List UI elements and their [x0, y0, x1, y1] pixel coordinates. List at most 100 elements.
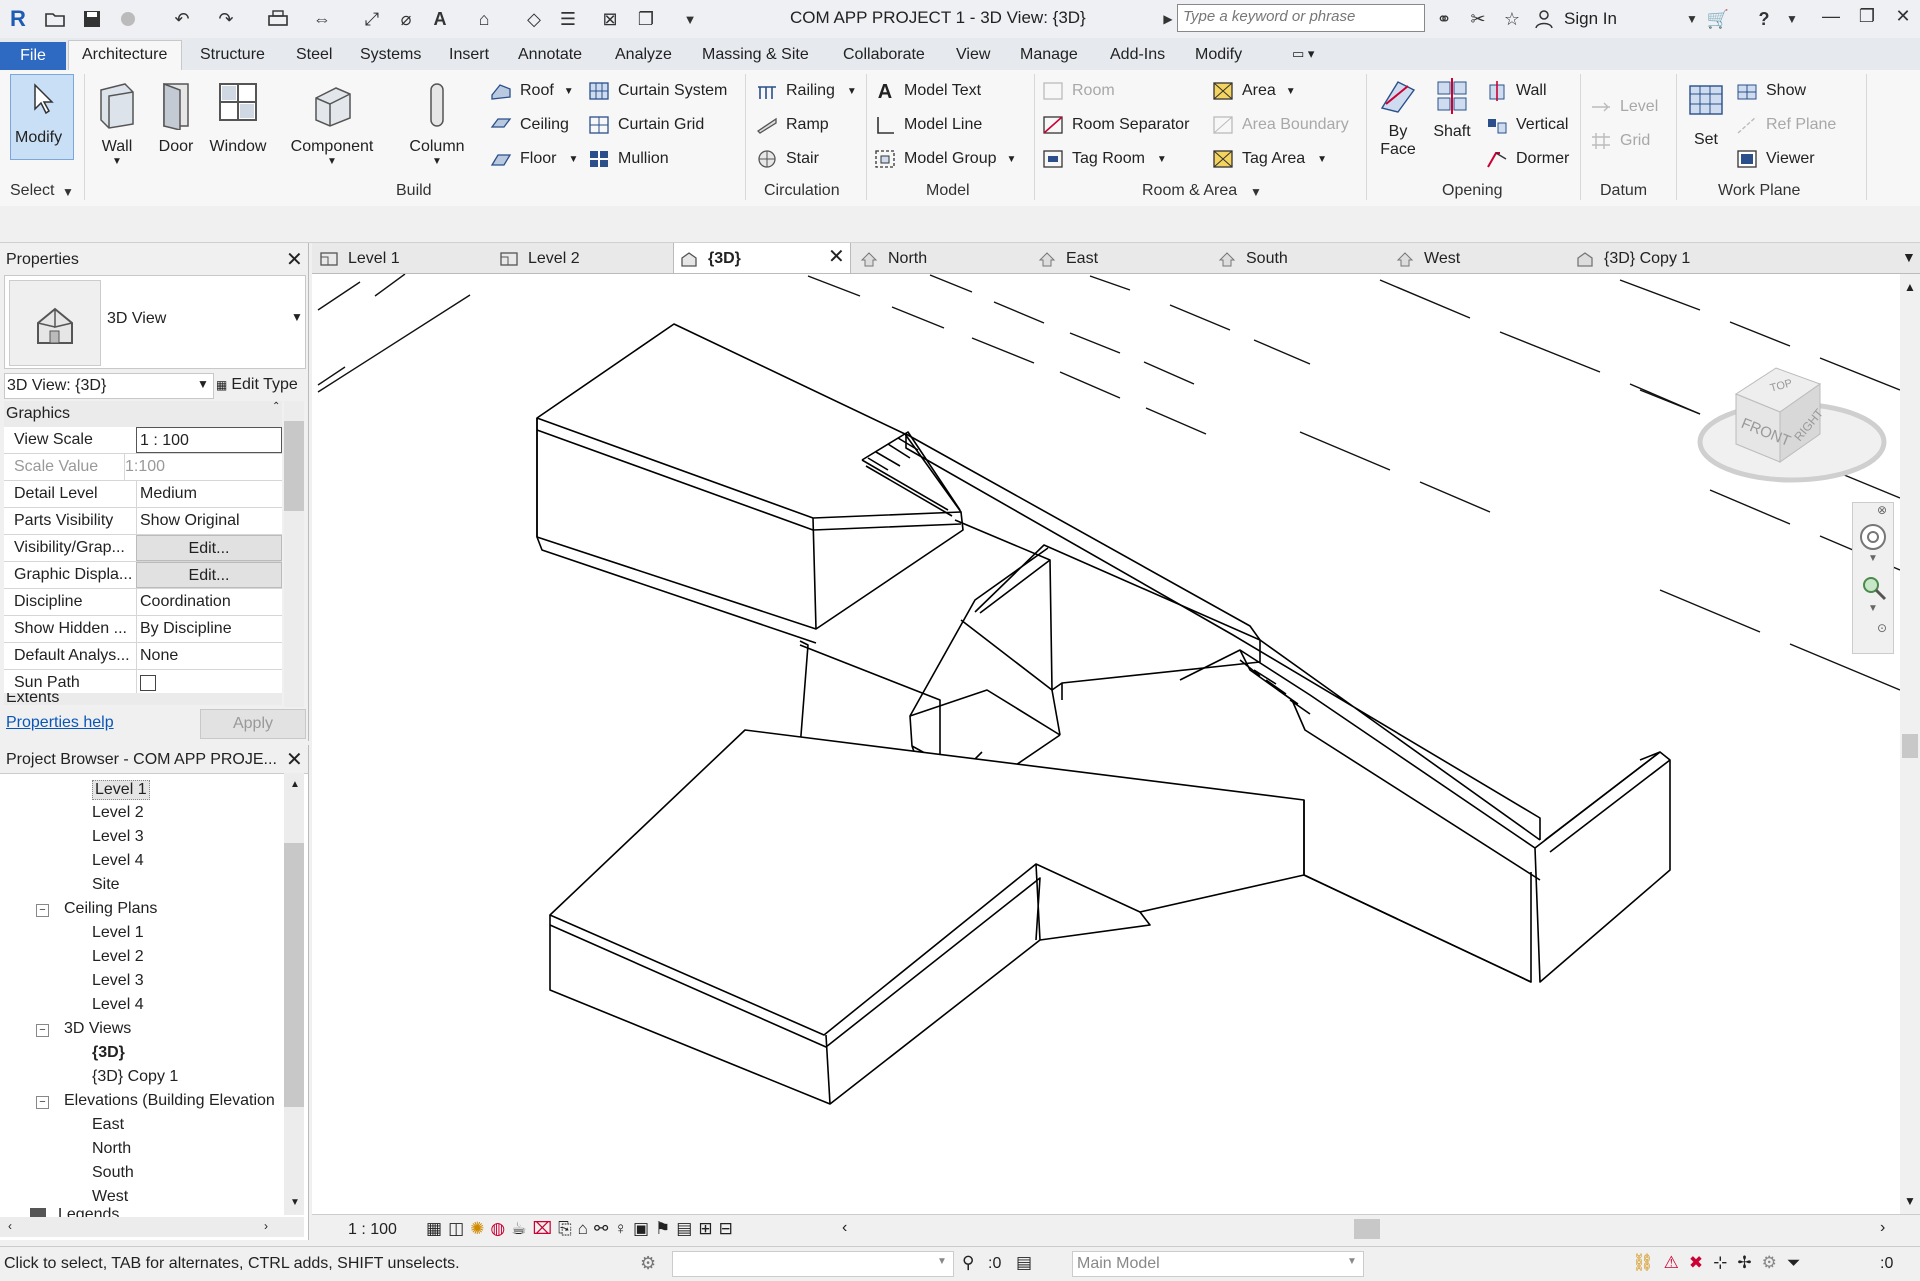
model-text-button[interactable]: A Model Text: [874, 78, 981, 104]
tree-item[interactable]: Elevations (Building Elevation: [64, 1092, 275, 1110]
view-tab-level-2[interactable]: Level 2: [500, 250, 580, 268]
view-tab-close-icon[interactable]: ✕: [828, 244, 845, 269]
floor-dropdown-icon[interactable]: ▼: [568, 154, 578, 165]
instance-dropdown-icon[interactable]: ▼: [197, 377, 209, 391]
unlocked-view-icon[interactable]: ⌂: [578, 1219, 588, 1239]
area-button[interactable]: Area ▼: [1212, 78, 1296, 104]
subscription-icon[interactable]: ✂: [1466, 7, 1490, 31]
help-icon[interactable]: ?: [1752, 7, 1776, 31]
cart-icon[interactable]: 🛒: [1706, 7, 1730, 31]
favorites-star-icon[interactable]: ☆: [1500, 7, 1524, 31]
canvas-scroll-down-icon[interactable]: ▼: [1904, 1194, 1916, 1208]
tab-structure[interactable]: Structure: [200, 46, 265, 64]
zoom-dropdown-icon[interactable]: ▼: [1868, 603, 1878, 614]
view-tab-north[interactable]: North: [860, 250, 927, 268]
ref-plane-button[interactable]: Ref Plane: [1736, 112, 1836, 138]
select-links-icon[interactable]: ⛓: [1632, 1253, 1654, 1273]
tag-icon[interactable]: ⌀: [394, 7, 418, 31]
column-dropdown-icon[interactable]: ▼: [432, 156, 442, 167]
edit-type-button[interactable]: ▦ Edit Type: [216, 373, 298, 397]
model-group-button[interactable]: Model Group ▼: [874, 146, 1016, 172]
nav-bar-close-icon[interactable]: ⊗: [1877, 503, 1887, 517]
property-value[interactable]: By Discipline: [136, 616, 282, 642]
type-dropdown-icon[interactable]: ▼: [291, 310, 303, 324]
text-icon[interactable]: A: [428, 7, 452, 31]
properties-scrollbar[interactable]: [284, 401, 304, 707]
tree-item[interactable]: Level 3: [92, 972, 144, 990]
redo-icon[interactable]: ↷: [214, 7, 238, 31]
tree-item[interactable]: {3D}: [92, 1044, 125, 1062]
highlight-displacement-icon[interactable]: ⊞: [698, 1219, 712, 1239]
temporary-hide-icon[interactable]: ⚯: [594, 1219, 608, 1239]
3d-view-icon[interactable]: ⌂: [472, 7, 496, 31]
binoculars-icon[interactable]: ⚭: [1432, 7, 1456, 31]
window-button[interactable]: Window: [206, 74, 270, 174]
stair-button[interactable]: Stair: [756, 146, 819, 172]
view-scale-button[interactable]: 1 : 100: [348, 1221, 397, 1239]
scroll-up-icon[interactable]: ▲: [290, 779, 300, 790]
curtain-grid-button[interactable]: Curtain Grid: [588, 112, 704, 138]
background-process-icon[interactable]: ⚙: [1762, 1253, 1777, 1273]
component-button[interactable]: Component ▼: [286, 74, 378, 174]
tab-view[interactable]: View: [956, 46, 990, 64]
select-underlay-icon[interactable]: ⚠: [1664, 1253, 1679, 1273]
browser-close-icon[interactable]: ✕: [286, 747, 303, 772]
show-work-plane-button[interactable]: Show: [1736, 78, 1806, 104]
analytical-model-icon[interactable]: ▤: [676, 1219, 692, 1239]
measure-icon[interactable]: ⇔: [310, 7, 334, 31]
tree-item[interactable]: {3D} Copy 1: [92, 1068, 178, 1086]
revit-logo[interactable]: R: [6, 6, 30, 31]
collapse-toggle-icon[interactable]: −: [36, 1096, 49, 1109]
tree-item[interactable]: Site: [92, 876, 120, 894]
property-row[interactable]: Visibility/Grap... Edit...: [4, 535, 282, 562]
shaft-button[interactable]: Shaft: [1428, 78, 1476, 178]
tree-item[interactable]: Level 2: [92, 948, 144, 966]
filter-icon[interactable]: ⏷: [1787, 1253, 1801, 1273]
tree-item[interactable]: Level 4: [92, 996, 144, 1014]
property-value[interactable]: 1 : 100: [136, 427, 282, 453]
railing-button[interactable]: Railing ▼: [756, 78, 857, 104]
sign-in-dropdown-icon[interactable]: ▼: [1680, 7, 1704, 31]
tag-area-button[interactable]: Tag Area ▼: [1212, 146, 1327, 172]
wall-button[interactable]: Wall ▼: [94, 74, 140, 174]
steering-dropdown-icon[interactable]: ▼: [1868, 553, 1878, 564]
drag-elements-icon[interactable]: ✢: [1737, 1253, 1751, 1273]
sun-path-checkbox[interactable]: [140, 675, 156, 691]
area-boundary-button[interactable]: Area Boundary: [1212, 112, 1349, 138]
design-options-icon[interactable]: ▤: [1016, 1253, 1032, 1273]
property-value[interactable]: Edit...: [136, 535, 282, 561]
collapse-toggle-icon[interactable]: −: [36, 1024, 49, 1037]
worksets-icon[interactable]: ⚙: [640, 1253, 656, 1274]
tab-manage[interactable]: Manage: [1020, 46, 1078, 64]
browser-hscrollbar[interactable]: ‹ ›: [0, 1217, 304, 1237]
tab-file[interactable]: File: [0, 42, 66, 70]
view-tab-level-1[interactable]: Level 1: [320, 250, 400, 268]
property-row[interactable]: Scale Value 1:100: [4, 454, 282, 481]
tab-massing-site[interactable]: Massing & Site: [702, 46, 809, 64]
property-value[interactable]: Show Original: [136, 508, 282, 534]
view-tab-east[interactable]: East: [1038, 250, 1098, 268]
scroll-left-icon[interactable]: ‹: [8, 1219, 12, 1233]
wall-dropdown-icon[interactable]: ▼: [112, 156, 122, 167]
viewer-button[interactable]: Viewer: [1736, 146, 1815, 172]
close-hidden-icon[interactable]: ⊠: [598, 7, 622, 31]
undo-icon[interactable]: ↶: [170, 7, 194, 31]
view-tab-3d-copy-1[interactable]: {3D} Copy 1: [1576, 250, 1690, 268]
show-crop-icon[interactable]: ⎘: [558, 1219, 572, 1239]
tree-item[interactable]: Level 1: [92, 924, 144, 942]
view-tabs-dropdown-icon[interactable]: ▼: [1902, 249, 1916, 265]
thin-lines-icon[interactable]: ☰: [556, 7, 580, 31]
shadows-icon[interactable]: ◍: [490, 1219, 505, 1239]
tag-room-button[interactable]: Tag Room ▼: [1042, 146, 1167, 172]
design-option-dropdown-icon[interactable]: ▼: [1347, 1256, 1357, 1267]
open-icon[interactable]: [44, 7, 68, 31]
tab-annotate[interactable]: Annotate: [518, 46, 582, 64]
help-dropdown-icon[interactable]: ▼: [1780, 7, 1804, 31]
model-group-dropdown-icon[interactable]: ▼: [1007, 154, 1017, 165]
tab-systems[interactable]: Systems: [360, 46, 421, 64]
property-row[interactable]: Discipline Coordination: [4, 589, 282, 616]
workset-dropdown-icon[interactable]: ▼: [937, 1256, 947, 1267]
property-value[interactable]: Medium: [136, 481, 282, 507]
tree-item[interactable]: North: [92, 1140, 131, 1158]
minimize-button[interactable]: —: [1816, 6, 1846, 32]
